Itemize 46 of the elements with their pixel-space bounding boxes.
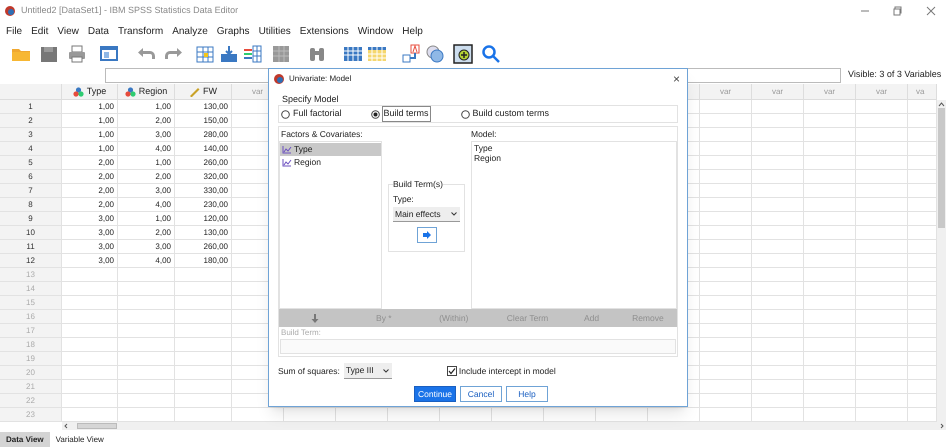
table-cell: 2,00 <box>118 170 175 184</box>
table-cell: 280,00 <box>175 128 232 142</box>
table-cell: 1,00 <box>62 114 118 128</box>
list-label: Model: <box>471 128 497 140</box>
table-cell: 2,00 <box>62 184 118 198</box>
table-cell: 1,00 <box>62 142 118 156</box>
table-cell: 230,00 <box>175 198 232 212</box>
table-cell: 4,00 <box>118 142 175 156</box>
table-cell: 330,00 <box>175 184 232 198</box>
table-cell: 1,00 <box>62 100 118 114</box>
table-cell: 1,00 <box>62 128 118 142</box>
table-cell: 3,00 <box>118 184 175 198</box>
group-label: Specify Model <box>282 94 339 105</box>
table-cell: 2,00 <box>62 170 118 184</box>
table-cell: 3,00 <box>62 254 118 268</box>
window-title: Untitled2 [DataSet1] - IBM SPSS Statistics Data Editor <box>21 4 238 18</box>
table-cell: 3,00 <box>62 212 118 226</box>
field-label: Sum of squares: <box>278 364 340 378</box>
field-label: Build Term: <box>280 327 321 339</box>
table-cell: 2,00 <box>118 226 175 240</box>
table-cell: 1,00 <box>118 156 175 170</box>
table-cell: 4,00 <box>118 254 175 268</box>
table-cell: 1,00 <box>118 100 175 114</box>
table-cell: 130,00 <box>175 100 232 114</box>
table-cell: 4,00 <box>118 198 175 212</box>
field-label: Type: <box>393 193 415 205</box>
list-label: Factors & Covariates: <box>280 128 364 140</box>
table-cell: 2,00 <box>118 114 175 128</box>
table-cell: 3,00 <box>118 240 175 254</box>
table-cell: 260,00 <box>175 156 232 170</box>
table-cell: 260,00 <box>175 240 232 254</box>
table-cell: 130,00 <box>175 226 232 240</box>
table-cell: 3,00 <box>118 128 175 142</box>
table-cell: 3,00 <box>62 240 118 254</box>
table-cell: 320,00 <box>175 170 232 184</box>
dialog-title: Univariate: Model <box>289 73 352 85</box>
table-cell: 150,00 <box>175 114 232 128</box>
table-cell: 140,00 <box>175 142 232 156</box>
group-label: Build Term(s) <box>393 179 443 190</box>
table-cell: 180,00 <box>175 254 232 268</box>
table-cell: 2,00 <box>62 198 118 212</box>
visible-variables-label: Visible: 3 of 3 Variables <box>848 68 942 82</box>
table-cell: 2,00 <box>62 156 118 170</box>
table-cell: 1,00 <box>118 212 175 226</box>
table-cell: 120,00 <box>175 212 232 226</box>
table-cell: 3,00 <box>62 226 118 240</box>
